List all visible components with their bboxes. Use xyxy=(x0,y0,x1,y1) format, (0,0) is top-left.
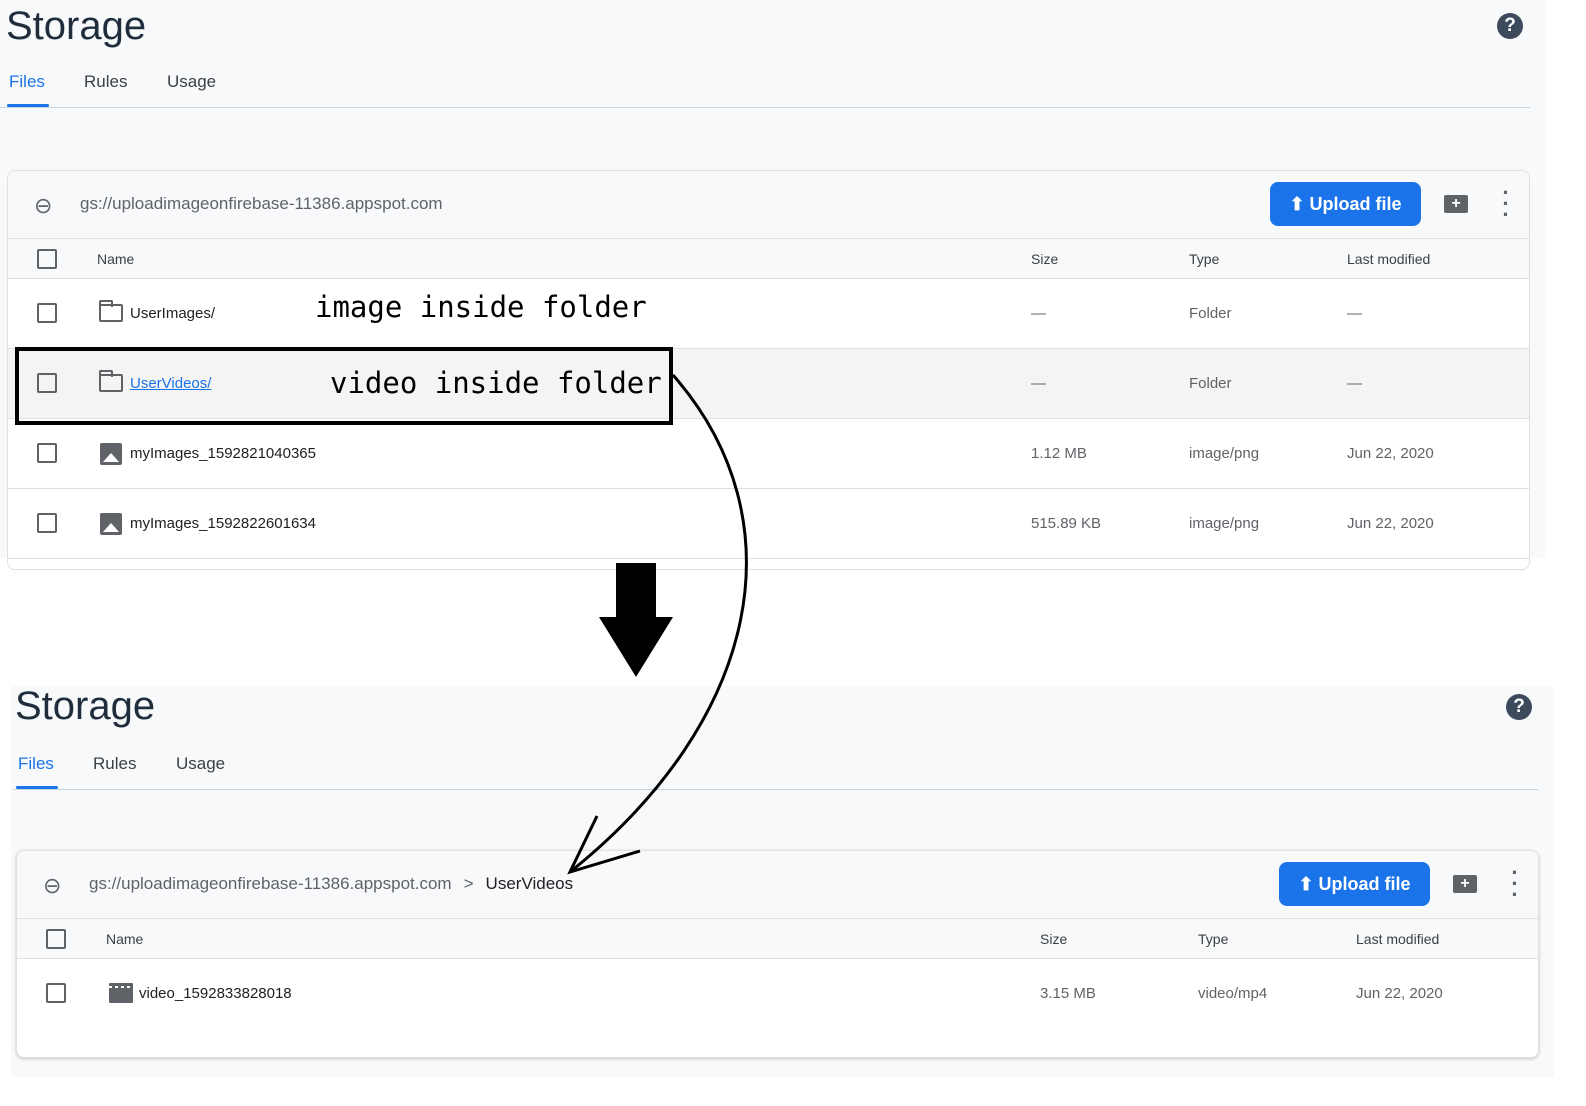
down-arrow-icon xyxy=(599,563,673,677)
annotation-arrows xyxy=(567,374,748,875)
